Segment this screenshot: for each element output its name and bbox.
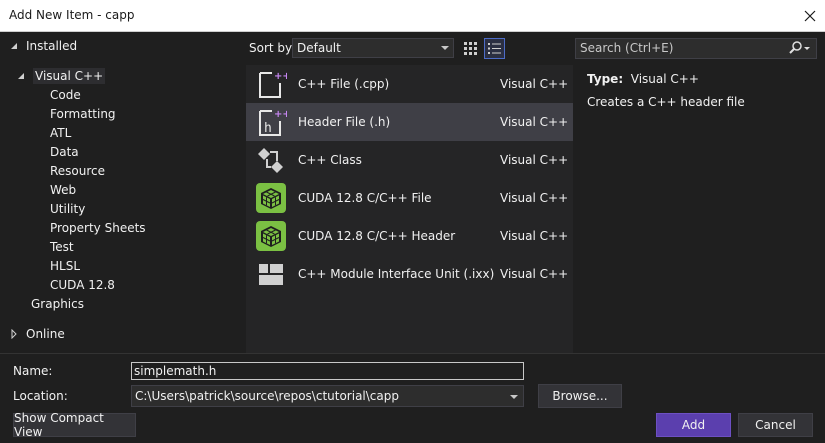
tree-node-visual-cpp[interactable]: Visual C++	[14, 67, 106, 85]
svg-text:++: ++	[274, 109, 287, 120]
search-placeholder: Search (Ctrl+E)	[580, 41, 674, 55]
template-language: Visual C++	[500, 191, 569, 205]
tree-node-label: Graphics	[31, 297, 84, 311]
list-view-button[interactable]	[484, 38, 505, 59]
module-interface-icon	[255, 258, 287, 290]
tree-node-graphics[interactable]: Graphics	[31, 295, 84, 313]
tree-node-label: Formatting	[50, 107, 116, 121]
chevron-down-icon	[441, 46, 449, 50]
category-tree: Installed Visual C++ Code Formatting ATL Da…	[0, 32, 244, 353]
tree-node-label: Code	[50, 88, 81, 102]
sort-label: Sort by:	[249, 41, 296, 55]
tree-node-label: Online	[26, 327, 65, 341]
tree-node-label: Test	[50, 240, 74, 254]
template-item[interactable]: C++ Module Interface Unit (.ixx) Visual C…	[246, 255, 573, 293]
tree-node-child[interactable]: CUDA 12.8	[50, 276, 115, 294]
cancel-button[interactable]: Cancel	[738, 413, 813, 437]
template-name: Header File (.h)	[298, 115, 391, 129]
bottom-form: Name: simplemath.h Location: C:\Users\pa…	[0, 353, 825, 443]
tree-node-label: Web	[50, 183, 77, 197]
location-value: C:\Users\patrick\source\repos\ctutorial\…	[135, 389, 399, 403]
list-view-icon	[488, 43, 501, 54]
tree-node-child[interactable]: Resource	[50, 162, 105, 180]
tree-node-child[interactable]: Web	[50, 181, 76, 199]
tree-node-child[interactable]: Utility	[50, 200, 85, 218]
location-dropdown[interactable]: C:\Users\patrick\source\repos\ctutorial\…	[131, 385, 524, 407]
tree-node-online[interactable]: Online	[7, 325, 65, 343]
tree-node-child[interactable]: HLSL	[50, 257, 80, 275]
template-language: Visual C++	[500, 77, 569, 91]
window-title: Add New Item - capp	[9, 8, 135, 22]
tree-node-label: Utility	[50, 202, 86, 216]
tree-node-label: Data	[50, 145, 79, 159]
grid-view-icon	[464, 42, 477, 55]
grid-view-button[interactable]	[460, 38, 481, 59]
template-item[interactable]: CUDA 12.8 C/C++ Header Visual C++	[246, 217, 573, 255]
show-compact-view-button[interactable]: Show Compact View	[13, 411, 136, 439]
template-language: Visual C++	[500, 153, 569, 167]
template-item[interactable]: C++ Class Visual C++	[246, 141, 573, 179]
expanded-arrow-icon	[14, 72, 28, 80]
cpp-class-icon	[255, 144, 287, 176]
search-icon[interactable]	[788, 41, 810, 61]
tree-node-child[interactable]: Property Sheets	[50, 219, 146, 237]
template-name: C++ Class	[298, 153, 362, 167]
template-description: Creates a C++ header file	[587, 95, 745, 109]
cuda-cube-icon	[255, 220, 287, 252]
template-item[interactable]: ++ C++ File (.cpp) Visual C++	[246, 65, 573, 103]
tree-node-label: Installed	[26, 39, 78, 53]
template-name: CUDA 12.8 C/C++ File	[298, 191, 432, 205]
tree-node-child[interactable]: Formatting	[50, 105, 116, 123]
close-icon	[804, 10, 816, 21]
tree-node-label: CUDA 12.8	[50, 278, 115, 292]
tree-node-label: Resource	[50, 164, 106, 178]
add-button[interactable]: Add	[656, 413, 731, 437]
type-value: Visual C++	[630, 72, 699, 86]
header-file-icon: ++ h	[255, 106, 291, 138]
tree-node-child[interactable]: Data	[50, 143, 79, 161]
template-item[interactable]: CUDA 12.8 C/C++ File Visual C++	[246, 179, 573, 217]
tree-node-label: HLSL	[50, 259, 81, 273]
tree-node-child[interactable]: Test	[50, 238, 74, 256]
tree-node-installed[interactable]: Installed	[7, 37, 77, 55]
template-list: ++ C++ File (.cpp) Visual C++ ++ h Header Fil…	[246, 65, 573, 353]
tree-node-label: Visual C++	[33, 68, 106, 84]
browse-button[interactable]: Browse...	[538, 384, 622, 408]
template-item[interactable]: ++ h Header File (.h) Visual C++	[246, 103, 573, 141]
tree-node-child[interactable]: Code	[50, 86, 81, 104]
details-pane: Type: Visual C++ Creates a C++ header fi…	[587, 72, 817, 109]
sort-dropdown[interactable]: Default	[292, 38, 454, 58]
search-input[interactable]: Search (Ctrl+E)	[575, 38, 817, 59]
tree-node-label: Property Sheets	[50, 221, 146, 235]
template-language: Visual C++	[500, 115, 569, 129]
tree-node-label: ATL	[50, 126, 72, 140]
cpp-file-icon: ++	[255, 68, 291, 100]
sort-value: Default	[297, 41, 341, 55]
template-name: C++ File (.cpp)	[298, 77, 390, 91]
name-label: Name:	[13, 364, 53, 378]
template-name: CUDA 12.8 C/C++ Header	[298, 229, 456, 243]
cuda-cube-icon	[255, 182, 287, 214]
expanded-arrow-icon	[7, 42, 21, 50]
dialog-body: Installed Visual C++ Code Formatting ATL Da…	[0, 32, 825, 443]
type-label: Type:	[587, 72, 624, 86]
template-language: Visual C++	[500, 229, 569, 243]
tree-node-child[interactable]: ATL	[50, 124, 71, 142]
close-button[interactable]	[795, 0, 825, 31]
template-name: C++ Module Interface Unit (.ixx)	[298, 267, 495, 281]
location-label: Location:	[13, 389, 68, 403]
svg-text:++: ++	[274, 71, 287, 82]
title-bar: Add New Item - capp	[0, 0, 825, 32]
type-line: Type: Visual C++	[587, 72, 817, 90]
name-input[interactable]: simplemath.h	[131, 362, 524, 380]
template-language: Visual C++	[500, 267, 569, 281]
collapsed-arrow-icon	[7, 329, 21, 339]
svg-text:h: h	[264, 121, 272, 136]
chevron-down-icon	[510, 395, 518, 399]
